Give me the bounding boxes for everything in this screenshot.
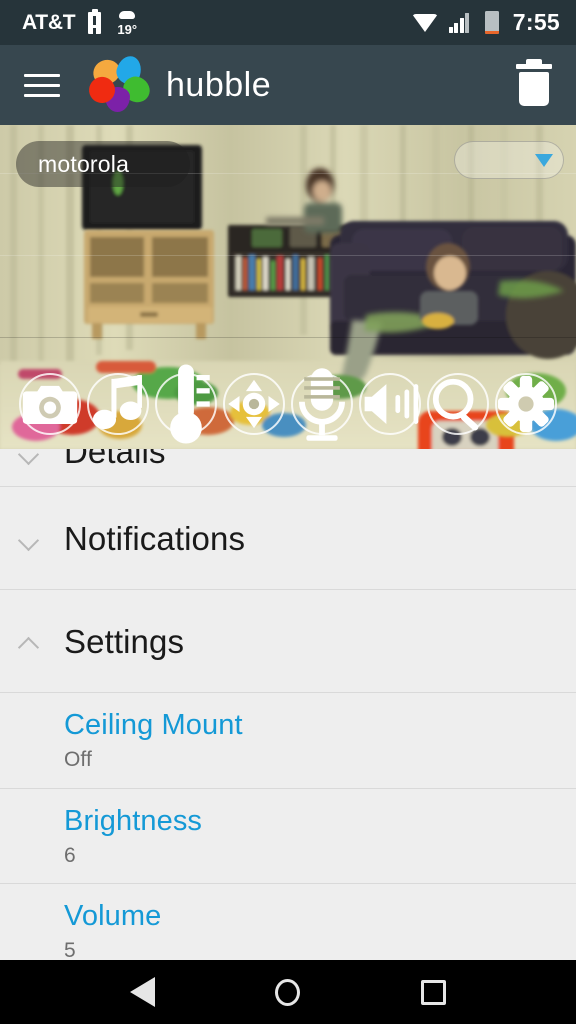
camera-wifi-icon bbox=[535, 153, 553, 167]
battery-alert-icon bbox=[88, 8, 102, 34]
setting-row-brightness[interactable]: Brightness 6 bbox=[0, 789, 576, 885]
back-triangle-icon bbox=[130, 977, 156, 1007]
accordion-details-label: Details bbox=[64, 449, 166, 470]
camera-controls-bar bbox=[0, 364, 576, 444]
chevron-up-icon bbox=[18, 634, 44, 648]
magnifier-icon bbox=[432, 378, 479, 431]
chevron-down-icon bbox=[18, 531, 44, 545]
accordion-details[interactable]: Details bbox=[0, 449, 576, 487]
melody-button[interactable] bbox=[87, 373, 149, 435]
volume-button[interactable] bbox=[359, 373, 421, 435]
carrier-label: AT&T bbox=[22, 11, 76, 34]
cell-signal-icon bbox=[448, 12, 474, 33]
accordion-notifications-label: Notifications bbox=[64, 519, 246, 557]
clock-label: 7:55 bbox=[512, 9, 560, 35]
setting-row-ceiling-mount[interactable]: Ceiling Mount Off bbox=[0, 693, 576, 789]
pan-tilt-button[interactable] bbox=[223, 373, 285, 435]
app-screen: AT&T 19° 7:55 hubble motorola Details No… bbox=[0, 0, 576, 1024]
speaker-icon bbox=[364, 384, 419, 424]
gear-icon bbox=[497, 375, 555, 433]
detail-list: Details Notifications Settings Ceiling M… bbox=[0, 449, 576, 960]
music-note-icon bbox=[92, 375, 142, 430]
recents-square-icon bbox=[420, 979, 446, 1005]
zoom-button[interactable] bbox=[427, 373, 489, 435]
accordion-settings-label: Settings bbox=[64, 622, 185, 660]
camera-video-feed[interactable]: motorola bbox=[0, 125, 576, 449]
trash-icon[interactable] bbox=[512, 59, 556, 108]
cloud-icon: 19° bbox=[114, 10, 140, 37]
back-button[interactable] bbox=[108, 960, 178, 1024]
setting-row-volume[interactable]: Volume 5 bbox=[0, 884, 576, 960]
microphone-icon bbox=[299, 368, 345, 441]
temperature-button[interactable] bbox=[155, 364, 217, 444]
trash-body bbox=[519, 72, 549, 106]
home-circle-icon bbox=[275, 978, 301, 1006]
android-navigation-bar bbox=[0, 960, 576, 1024]
camera-icon bbox=[22, 385, 78, 424]
pan-tilt-arrows-icon bbox=[228, 379, 280, 429]
setting-value: Off bbox=[64, 748, 92, 772]
home-button[interactable] bbox=[253, 960, 323, 1024]
status-bar-right: 7:55 bbox=[411, 9, 560, 35]
battery-low-icon bbox=[484, 11, 499, 34]
settings-button[interactable] bbox=[495, 373, 557, 435]
setting-value: 6 bbox=[64, 843, 76, 867]
chevron-down-icon bbox=[18, 449, 44, 459]
hubble-flower-logo bbox=[84, 53, 155, 114]
trash-lid bbox=[516, 64, 552, 69]
setting-label: Volume bbox=[64, 900, 162, 933]
recents-button[interactable] bbox=[398, 960, 468, 1024]
setting-value: 5 bbox=[64, 939, 76, 960]
accordion-notifications[interactable]: Notifications bbox=[0, 487, 576, 590]
status-bar-left: AT&T 19° bbox=[22, 8, 412, 37]
cloud-shape bbox=[119, 10, 136, 19]
talk-button[interactable] bbox=[291, 368, 353, 441]
status-bar: AT&T 19° 7:55 bbox=[0, 0, 576, 45]
thermometer-icon bbox=[170, 364, 210, 444]
accordion-settings[interactable]: Settings bbox=[0, 590, 576, 693]
brand: hubble bbox=[84, 53, 272, 114]
setting-label: Brightness bbox=[64, 804, 203, 837]
camera-wifi-indicator bbox=[454, 141, 564, 179]
setting-label: Ceiling Mount bbox=[64, 709, 243, 741]
hamburger-menu-icon[interactable] bbox=[24, 70, 62, 100]
app-bar: hubble bbox=[0, 45, 576, 125]
weather-temp-label: 19° bbox=[117, 21, 138, 37]
app-title: hubble bbox=[166, 66, 272, 104]
camera-name-label: motorola bbox=[16, 141, 190, 187]
wifi-icon bbox=[411, 13, 438, 33]
snapshot-button[interactable] bbox=[19, 373, 81, 435]
